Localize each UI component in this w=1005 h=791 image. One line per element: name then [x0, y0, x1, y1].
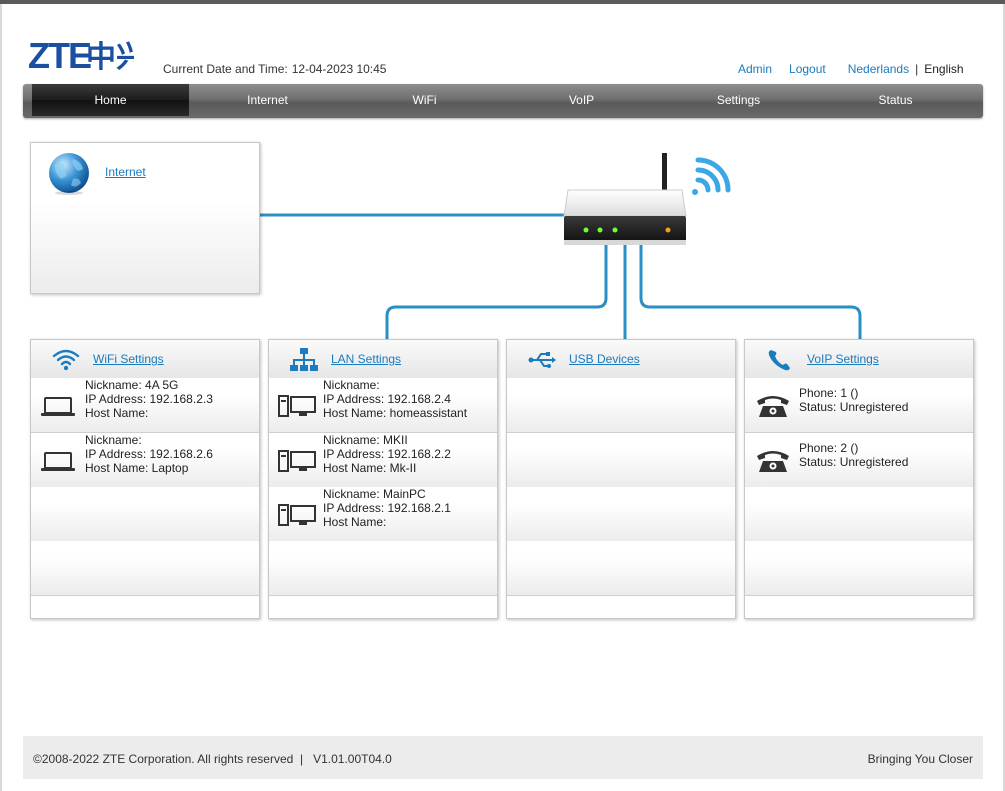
phone-handset-icon	[768, 350, 790, 371]
wifi-icon	[52, 349, 80, 371]
wifi-panel-header: WiFi Settings	[31, 340, 259, 379]
usb-panel: USB Devices	[506, 339, 736, 619]
voip-panel: VoIP Settings Phone: 1 () Status: Unregi…	[744, 339, 974, 619]
wifi-settings-link[interactable]: WiFi Settings	[93, 352, 164, 366]
empty-row	[269, 541, 497, 596]
desktop-pc-icon	[278, 395, 316, 417]
lan-device-row[interactable]: Nickname: MKII IP Address: 192.168.2.2 H…	[269, 433, 497, 488]
device-ip: IP Address: 192.168.2.1	[323, 501, 451, 515]
empty-row	[31, 487, 259, 542]
wifi-device-row[interactable]: Nickname: IP Address: 192.168.2.6 Host N…	[31, 433, 259, 488]
wifi-device-row[interactable]: Nickname: 4A 5G IP Address: 192.168.2.3 …	[31, 378, 259, 433]
device-nickname: Nickname: 4A 5G	[85, 378, 179, 392]
device-nickname: Nickname:	[85, 433, 142, 447]
device-hostname: Host Name:	[85, 406, 149, 420]
lan-settings-link[interactable]: LAN Settings	[331, 352, 401, 366]
usb-icon	[528, 352, 556, 368]
laptop-icon	[41, 452, 75, 471]
laptop-icon	[41, 397, 75, 416]
empty-row	[507, 433, 735, 488]
telephone-icon	[757, 451, 789, 472]
usb-devices-link[interactable]: USB Devices	[569, 352, 640, 366]
empty-row	[745, 487, 973, 542]
empty-row	[507, 541, 735, 596]
device-hostname: Host Name: Mk-II	[323, 461, 417, 475]
device-nickname: Nickname:	[323, 378, 380, 392]
empty-row	[31, 541, 259, 596]
lan-panel: LAN Settings Nickname: IP Address: 192.1…	[268, 339, 498, 619]
voip-phone-row[interactable]: Phone: 1 () Status: Unregistered	[745, 378, 973, 433]
device-ip: IP Address: 192.168.2.6	[85, 447, 213, 461]
voip-phone-row[interactable]: Phone: 2 () Status: Unregistered	[745, 433, 973, 488]
globe-icon	[49, 153, 89, 195]
desktop-pc-icon	[278, 504, 316, 526]
copyright-version: ©2008-2022 ZTE Corporation. All rights r…	[33, 752, 392, 766]
lan-panel-header: LAN Settings	[269, 340, 497, 379]
slogan: Bringing You Closer	[867, 752, 973, 766]
device-nickname: Nickname: MainPC	[323, 487, 426, 501]
voip-settings-link[interactable]: VoIP Settings	[807, 352, 879, 366]
device-ip: IP Address: 192.168.2.4	[323, 392, 451, 406]
device-hostname: Host Name: homeassistant	[323, 406, 468, 420]
device-hostname: Host Name: Laptop	[85, 461, 189, 475]
voip-panel-header: VoIP Settings	[745, 340, 973, 379]
network-icon	[290, 348, 318, 371]
empty-row	[745, 541, 973, 596]
device-ip: IP Address: 192.168.2.3	[85, 392, 213, 406]
usb-panel-header: USB Devices	[507, 340, 735, 379]
internet-link[interactable]: Internet	[105, 165, 146, 179]
lan-device-row[interactable]: Nickname: MainPC IP Address: 192.168.2.1…	[269, 487, 497, 542]
desktop-pc-icon	[278, 450, 316, 472]
footer: ©2008-2022 ZTE Corporation. All rights r…	[23, 736, 983, 779]
phone-status: Status: Unregistered	[799, 400, 909, 414]
lan-device-row[interactable]: Nickname: IP Address: 192.168.2.4 Host N…	[269, 378, 497, 433]
telephone-icon	[757, 396, 789, 417]
phone-number: Phone: 2 ()	[799, 441, 859, 455]
device-ip: IP Address: 192.168.2.2	[323, 447, 451, 461]
router-icon	[563, 153, 731, 245]
device-hostname: Host Name:	[323, 515, 387, 529]
phone-number: Phone: 1 ()	[799, 386, 859, 400]
device-nickname: Nickname: MKII	[323, 433, 408, 447]
empty-row	[507, 378, 735, 433]
phone-status: Status: Unregistered	[799, 455, 909, 469]
internet-box: Internet	[30, 142, 260, 294]
wifi-panel: WiFi Settings Nickname: 4A 5G IP Address…	[30, 339, 260, 619]
empty-row	[507, 487, 735, 542]
